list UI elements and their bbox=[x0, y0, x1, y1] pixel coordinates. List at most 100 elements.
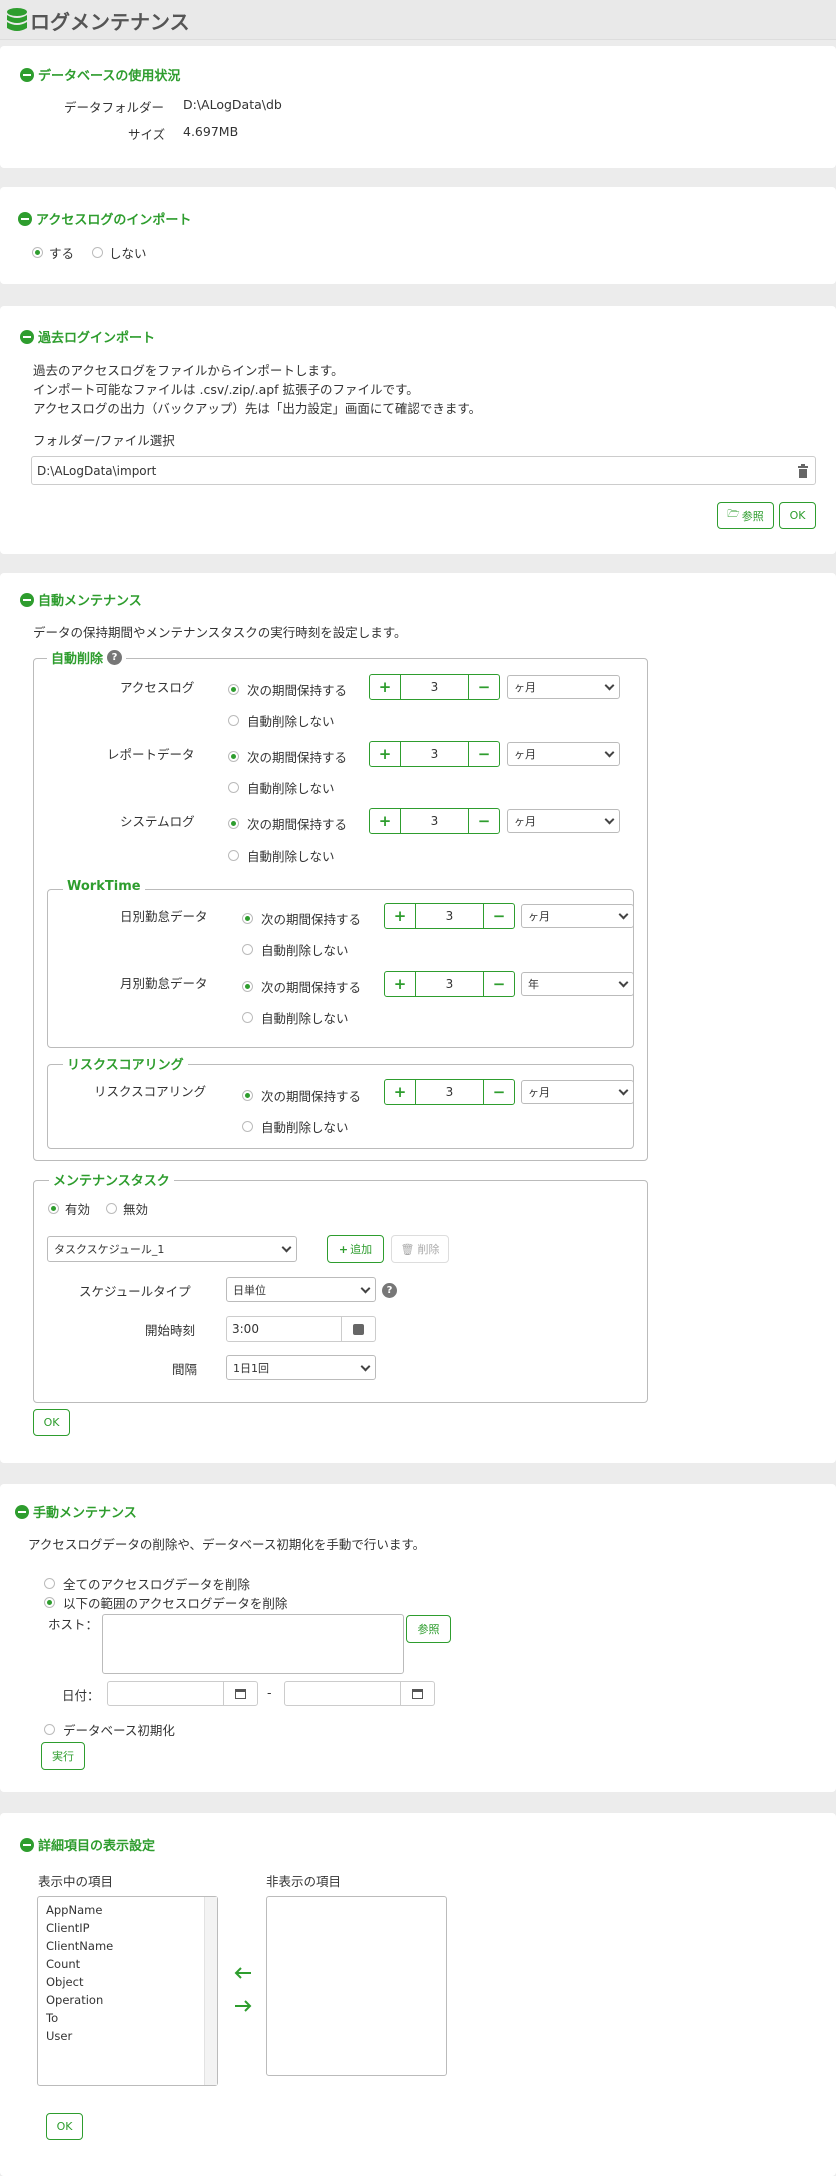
database-icon bbox=[7, 8, 27, 31]
period-value[interactable]: 3 bbox=[400, 675, 469, 699]
no-delete-radio[interactable] bbox=[228, 782, 239, 793]
period-stepper[interactable]: + 3 − bbox=[369, 674, 500, 700]
start-time-label: 開始時刻 bbox=[145, 1323, 196, 1338]
collapse-icon[interactable] bbox=[20, 1837, 34, 1852]
minus-icon[interactable]: − bbox=[484, 904, 514, 928]
list-item[interactable]: User bbox=[38, 2027, 217, 2045]
keep-period-radio[interactable] bbox=[228, 751, 239, 762]
list-item[interactable]: To bbox=[38, 2009, 217, 2027]
interval-select[interactable]: 1日1回 bbox=[226, 1355, 376, 1380]
period-stepper[interactable]: + 3 − bbox=[384, 903, 515, 929]
keep-period-radio[interactable] bbox=[242, 913, 253, 924]
period-stepper[interactable]: + 3 − bbox=[369, 808, 500, 834]
list-item[interactable]: ClientName bbox=[38, 1937, 217, 1955]
section-title: 手動メンテナンス bbox=[33, 1506, 137, 1521]
period-value[interactable]: 3 bbox=[415, 904, 484, 928]
keep-period-radio[interactable] bbox=[242, 981, 253, 992]
minus-icon[interactable]: − bbox=[469, 675, 499, 699]
delete-schedule-button[interactable]: 🗑 削除 bbox=[391, 1235, 449, 1263]
minus-icon[interactable]: − bbox=[469, 809, 499, 833]
plus-icon[interactable]: + bbox=[385, 972, 415, 996]
browse-button[interactable]: 🗁 参照 bbox=[717, 502, 774, 529]
start-time-value: 3:00 bbox=[232, 1322, 259, 1336]
import-no-radio[interactable] bbox=[92, 247, 104, 258]
clock-icon[interactable] bbox=[341, 1317, 375, 1341]
plus-icon[interactable]: + bbox=[385, 904, 415, 928]
period-stepper[interactable]: + 3 − bbox=[384, 1079, 515, 1105]
no-delete-radio[interactable] bbox=[228, 850, 239, 861]
db-init-radio[interactable] bbox=[44, 1724, 55, 1735]
period-unit-select[interactable]: ヶ月 bbox=[507, 675, 620, 699]
list-item[interactable]: ClientIP bbox=[38, 1919, 217, 1937]
list-scrollbar[interactable] bbox=[204, 1897, 217, 2085]
monthly-attendance-label: 月別勤怠データ bbox=[120, 976, 208, 991]
keep-period-radio[interactable] bbox=[242, 1090, 253, 1101]
minus-icon[interactable]: − bbox=[484, 972, 514, 996]
period-value[interactable]: 3 bbox=[415, 1080, 484, 1104]
period-unit-select[interactable]: 年 bbox=[521, 972, 634, 996]
no-delete-radio[interactable] bbox=[242, 944, 253, 955]
collapse-icon[interactable] bbox=[20, 67, 34, 82]
no-delete-radio[interactable] bbox=[242, 1012, 253, 1023]
collapse-icon[interactable] bbox=[20, 592, 34, 607]
period-unit-select[interactable]: ヶ月 bbox=[521, 904, 634, 928]
auto-maint-ok-button[interactable]: OK bbox=[33, 1409, 70, 1436]
period-value[interactable]: 3 bbox=[400, 742, 469, 766]
list-item[interactable]: Object bbox=[38, 1973, 217, 1991]
keep-period-radio[interactable] bbox=[228, 818, 239, 829]
db-init-label: データベース初期化 bbox=[63, 1723, 175, 1738]
date-from-input[interactable] bbox=[107, 1681, 258, 1706]
period-stepper[interactable]: + 3 − bbox=[369, 741, 500, 767]
keep-period-radio[interactable] bbox=[228, 684, 239, 695]
no-delete-radio[interactable] bbox=[242, 1121, 253, 1132]
period-unit-select[interactable]: ヶ月 bbox=[507, 742, 620, 766]
calendar-icon[interactable] bbox=[400, 1682, 434, 1705]
minus-icon[interactable]: − bbox=[469, 742, 499, 766]
keep-period-label: 次の期間保持する bbox=[261, 1089, 362, 1104]
minus-icon[interactable]: − bbox=[484, 1080, 514, 1104]
delete-all-radio[interactable] bbox=[44, 1578, 55, 1589]
plus-icon[interactable]: + bbox=[370, 675, 400, 699]
add-schedule-button[interactable]: + 追加 bbox=[327, 1235, 384, 1263]
period-unit-select[interactable]: ヶ月 bbox=[521, 1080, 634, 1104]
db-usage-panel: データベースの使用状況 データフォルダー D:\ALogData\db サイズ … bbox=[0, 46, 836, 168]
no-delete-label: 自動削除しない bbox=[261, 943, 349, 958]
collapse-icon[interactable] bbox=[15, 1504, 29, 1519]
trash-icon[interactable] bbox=[797, 464, 809, 478]
run-button[interactable]: 実行 bbox=[41, 1742, 85, 1770]
list-item[interactable]: Count bbox=[38, 1955, 217, 1973]
plus-icon[interactable]: + bbox=[385, 1080, 415, 1104]
collapse-icon[interactable] bbox=[18, 211, 32, 226]
schedule-type-select[interactable]: 日単位 bbox=[226, 1277, 376, 1302]
delete-range-radio[interactable] bbox=[44, 1597, 55, 1608]
list-item[interactable]: Operation bbox=[38, 1991, 217, 2009]
calendar-icon[interactable] bbox=[223, 1682, 257, 1705]
detail-display-ok-button[interactable]: OK bbox=[46, 2113, 83, 2140]
list-item[interactable]: AppName bbox=[38, 1901, 217, 1919]
task-enabled-radio[interactable] bbox=[48, 1203, 59, 1214]
start-time-input[interactable]: 3:00 bbox=[226, 1316, 376, 1342]
arrow-right-icon[interactable] bbox=[234, 1999, 252, 2013]
help-icon[interactable]: ? bbox=[382, 1283, 397, 1298]
shown-items-list[interactable]: AppName ClientIP ClientName Count Object… bbox=[37, 1896, 218, 2086]
period-unit-select[interactable]: ヶ月 bbox=[507, 809, 620, 833]
help-icon[interactable]: ? bbox=[107, 650, 123, 665]
import-ok-button[interactable]: OK bbox=[779, 502, 816, 529]
period-stepper[interactable]: + 3 − bbox=[384, 971, 515, 997]
import-path-input[interactable]: D:\ALogData\import bbox=[31, 456, 816, 485]
period-value[interactable]: 3 bbox=[415, 972, 484, 996]
host-textarea[interactable] bbox=[102, 1614, 404, 1674]
section-title: アクセスログのインポート bbox=[36, 213, 192, 228]
collapse-icon[interactable] bbox=[20, 329, 34, 344]
import-yes-radio[interactable] bbox=[32, 247, 43, 258]
no-delete-radio[interactable] bbox=[228, 715, 239, 726]
date-to-input[interactable] bbox=[284, 1681, 435, 1706]
period-value[interactable]: 3 bbox=[400, 809, 469, 833]
arrow-left-icon[interactable] bbox=[234, 1966, 252, 1980]
hidden-items-list[interactable] bbox=[266, 1896, 447, 2076]
plus-icon[interactable]: + bbox=[370, 742, 400, 766]
host-browse-button[interactable]: 参照 bbox=[406, 1615, 451, 1643]
task-disabled-radio[interactable] bbox=[106, 1203, 118, 1214]
task-schedule-select[interactable]: タスクスケジュール_1 bbox=[47, 1236, 297, 1262]
plus-icon[interactable]: + bbox=[370, 809, 400, 833]
